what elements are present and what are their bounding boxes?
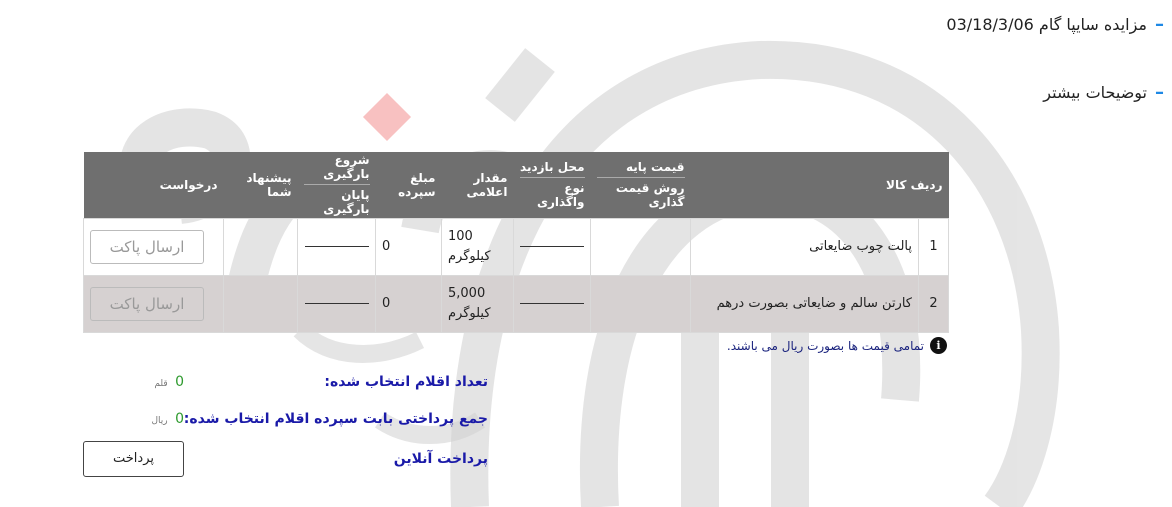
row-deposit: 0 <box>375 274 442 333</box>
more-details-toggle[interactable]: – توضیحات بیشتر <box>1043 82 1164 103</box>
header-announced-qty: مقدار اعلامی <box>441 152 514 218</box>
page-content: – مزایده سایپا گام 03/18/3/06 – توضیحات … <box>0 0 1172 507</box>
row-number: 1 <box>918 217 949 276</box>
header-visit-place: محل بازدید <box>520 160 585 175</box>
selected-count-value: 0 <box>175 374 184 390</box>
send-packet-button[interactable]: ارسال پاکت <box>90 286 204 321</box>
dash-icon: – <box>1155 82 1164 103</box>
auction-title[interactable]: – مزایده سایپا گام 03/18/3/06 <box>946 14 1164 35</box>
deposit-sum-value: 0 <box>175 411 184 427</box>
table-row: 1 پالت چوب ضایعاتی 100 کیلوگرم 0 ارسال پ… <box>83 217 949 276</box>
deposit-sum-unit: ریال <box>151 416 168 426</box>
header-request: درخواست <box>83 152 224 218</box>
row-request: ارسال پاکت <box>83 274 224 333</box>
currency-note: i تمامی قیمت ها بصورت ریال می باشند. <box>727 337 947 354</box>
send-packet-button[interactable]: ارسال پاکت <box>90 229 204 264</box>
row-loading <box>297 217 376 276</box>
row-qty-value: 100 <box>448 229 473 244</box>
row-loading <box>297 274 376 333</box>
header-row-item: ردیف کالا <box>690 152 949 218</box>
deposit-sum: 0 ریال <box>151 411 184 427</box>
empty-dash <box>304 246 369 247</box>
header-loading-start: شروع بارگیری <box>323 153 370 182</box>
header-visit: محل بازدید نوع واگذاری <box>513 152 591 218</box>
row-item-name: پالت چوب ضایعاتی <box>690 217 919 276</box>
currency-note-text: تمامی قیمت ها بصورت ریال می باشند. <box>726 338 924 353</box>
header-base-price: قیمت پایه <box>626 160 685 175</box>
row-qty: 5,000 کیلوگرم <box>441 274 514 333</box>
row-offer <box>223 217 298 276</box>
empty-dash <box>304 303 369 304</box>
more-details-text: توضیحات بیشتر <box>1043 83 1147 102</box>
table-header-row: ردیف کالا قیمت پایه روش قیمت گذاری محل ب… <box>83 152 949 218</box>
info-icon: i <box>930 337 947 354</box>
deposit-sum-label: جمع پرداختی بابت سپرده اقلام انتخاب شده: <box>183 411 488 427</box>
header-price: قیمت پایه روش قیمت گذاری <box>590 152 691 218</box>
header-deposit-amount: مبلغ سپرده <box>375 152 442 218</box>
table-row: 2 کارتن سالم و ضایعاتی بصورت درهم 5,000 … <box>83 274 949 333</box>
row-deposit: 0 <box>375 217 442 276</box>
row-visit <box>513 217 591 276</box>
row-qty: 100 کیلوگرم <box>441 217 514 276</box>
items-table: ردیف کالا قیمت پایه روش قیمت گذاری محل ب… <box>83 152 949 333</box>
row-price <box>590 274 691 333</box>
online-payment-label: پرداخت آنلاین <box>393 451 488 467</box>
empty-dash <box>520 246 584 247</box>
row-number: 2 <box>918 274 949 333</box>
dash-icon: – <box>1155 14 1164 35</box>
row-qty-unit: کیلوگرم <box>448 305 491 321</box>
row-price <box>590 217 691 276</box>
selected-count-label: تعداد اقلام انتخاب شده: <box>324 374 488 390</box>
header-your-offer: پیشنهاد شما <box>223 152 298 218</box>
auction-title-text: مزایده سایپا گام 03/18/3/06 <box>946 15 1147 34</box>
row-visit <box>513 274 591 333</box>
header-loading-end: پایان بارگیری <box>303 184 370 216</box>
header-pricing-method: روش قیمت گذاری <box>596 177 685 209</box>
row-request: ارسال پاکت <box>83 217 224 276</box>
row-qty-unit: کیلوگرم <box>448 248 491 264</box>
header-assignment-type: نوع واگذاری <box>519 177 585 209</box>
row-offer <box>223 274 298 333</box>
selected-count: 0 قلم <box>154 374 184 390</box>
row-qty-value: 5,000 <box>448 286 486 301</box>
pay-button[interactable]: پرداخت <box>83 441 184 477</box>
empty-dash <box>520 303 584 304</box>
row-item-name: کارتن سالم و ضایعاتی بصورت درهم <box>690 274 919 333</box>
selected-count-unit: قلم <box>154 379 168 389</box>
header-loading: شروع بارگیری پایان بارگیری <box>297 152 376 218</box>
